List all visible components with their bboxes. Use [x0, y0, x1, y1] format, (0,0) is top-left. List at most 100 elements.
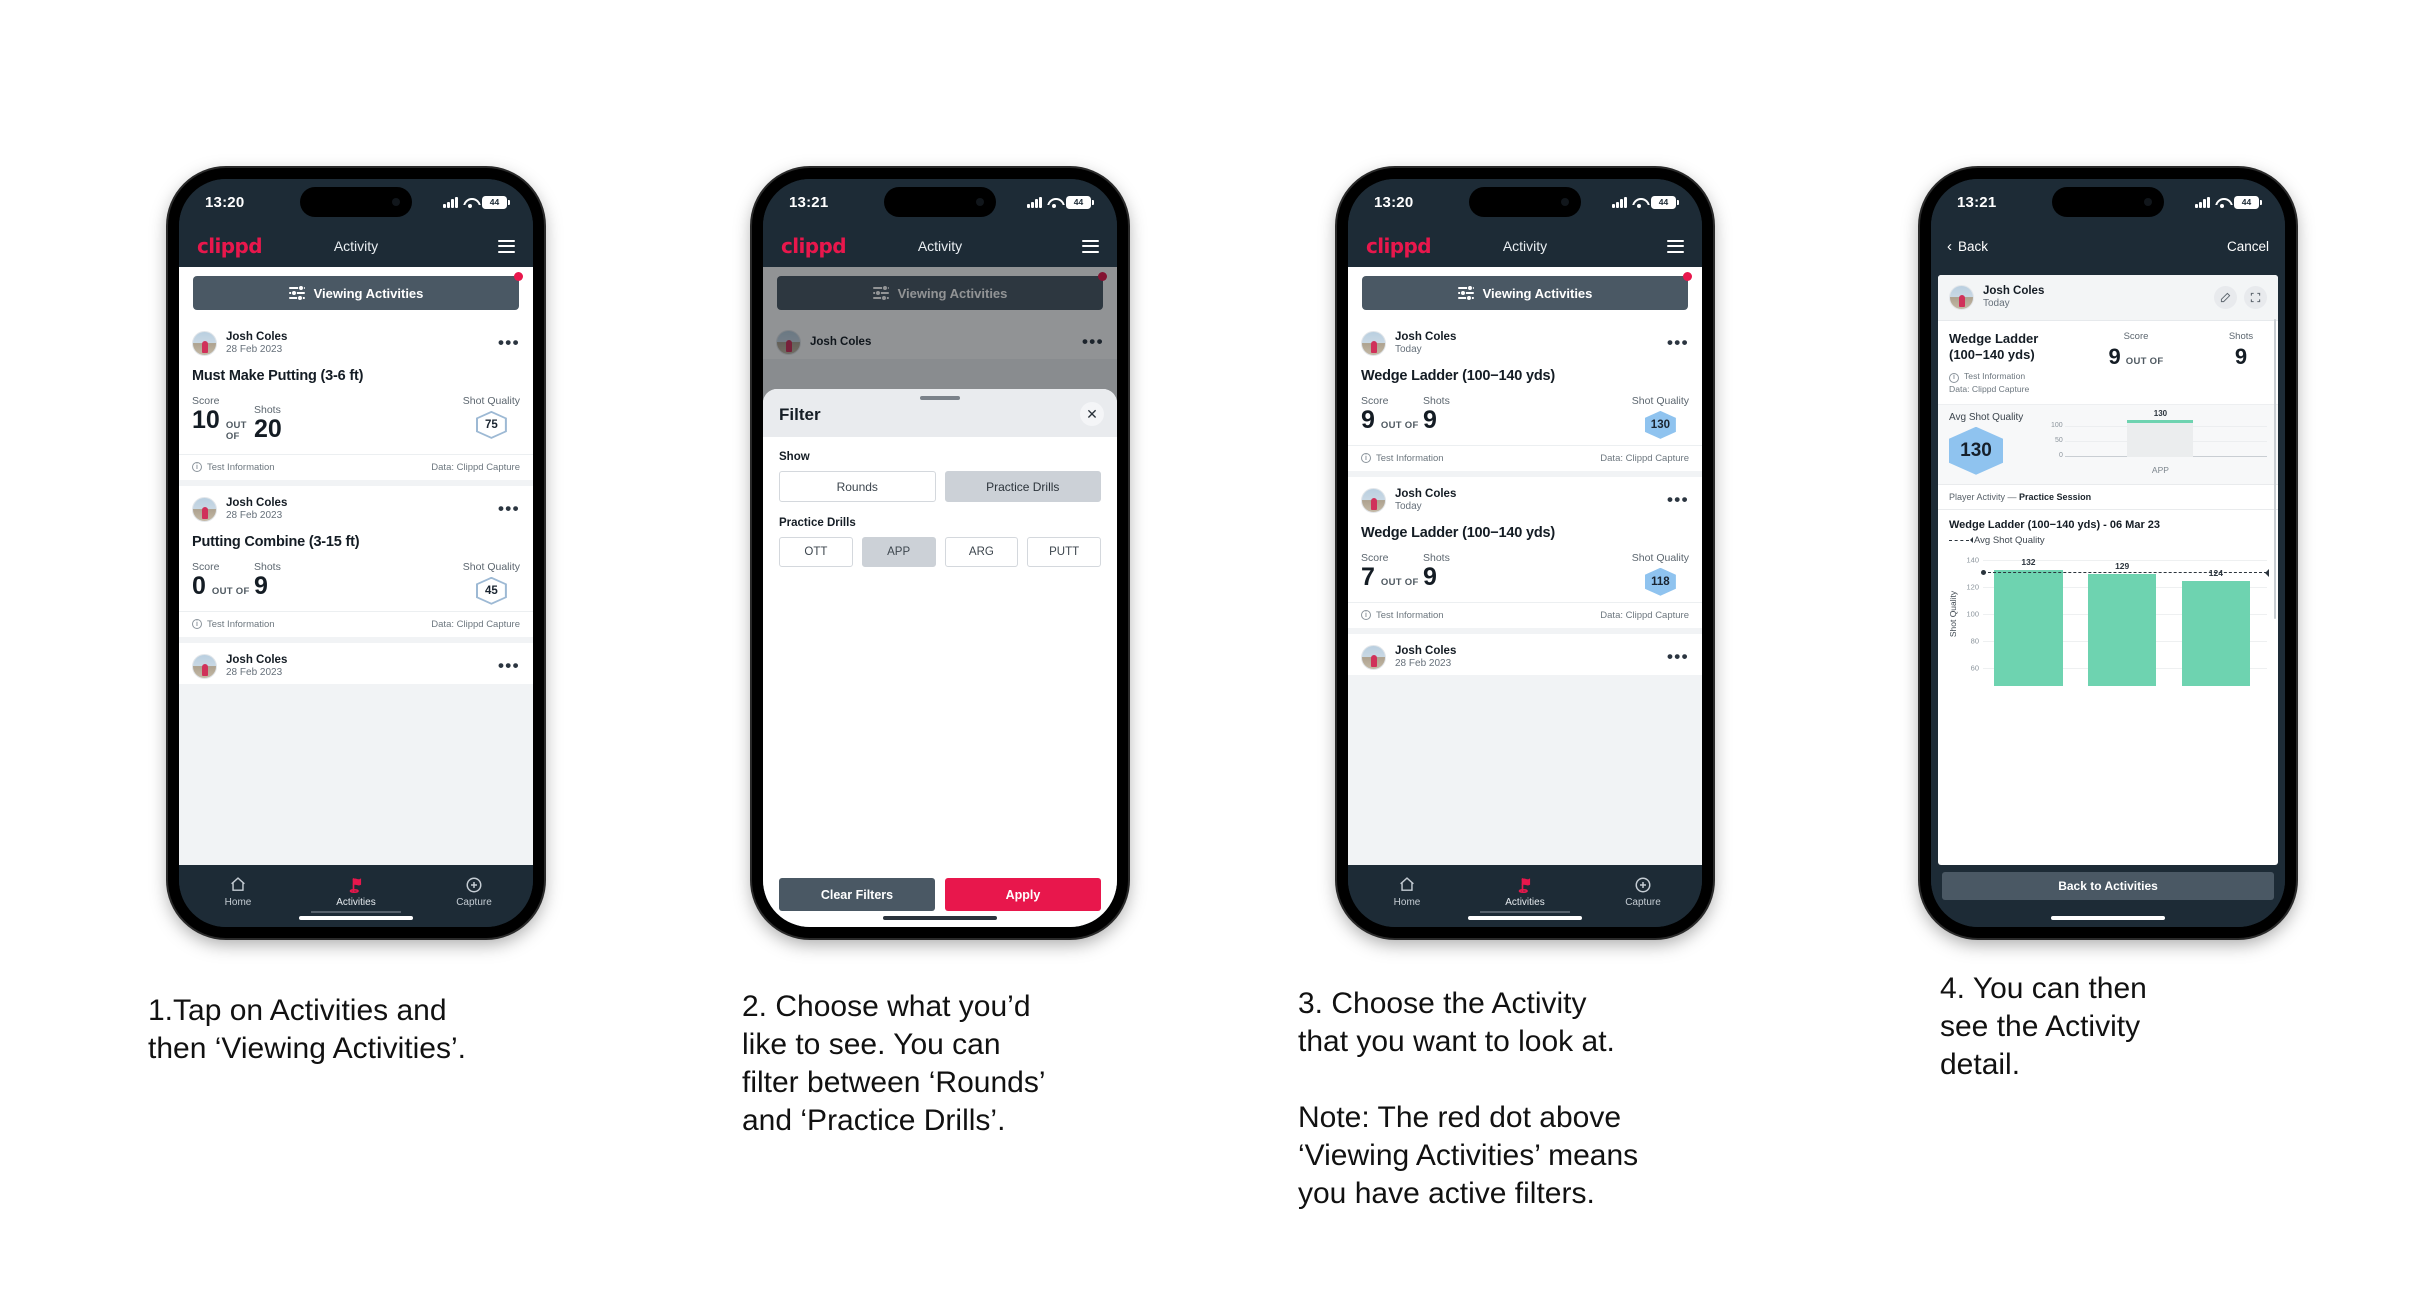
ytick-120: 120: [1966, 582, 1979, 592]
user-name: Josh Coles: [226, 331, 288, 343]
shots-value: 9: [2234, 343, 2248, 369]
more-options-icon[interactable]: •••: [498, 334, 520, 351]
avatar: [192, 653, 217, 679]
user-date: 28 Feb 2023: [1395, 658, 1452, 670]
detail-actions: [2207, 285, 2267, 309]
drill-option-putt[interactable]: PUTT: [1027, 537, 1101, 567]
home-indicator[interactable]: [299, 915, 413, 920]
activity-card[interactable]: Josh Coles 28 Feb 2023 ••• Must Make Put…: [179, 320, 533, 480]
tab-capture-label: Capture: [456, 897, 492, 908]
tab-capture[interactable]: Capture: [1584, 874, 1702, 908]
bar-2: 129: [2088, 561, 2157, 686]
player-activity-line: Player Activity — Practice Session: [1938, 483, 2278, 510]
active-filter-dot: [514, 272, 523, 281]
chart-title: Wedge Ladder (100−140 yds) - 06 Mar 23: [1949, 518, 2161, 531]
more-options-icon[interactable]: •••: [1667, 648, 1689, 665]
more-options-icon[interactable]: •••: [1667, 491, 1689, 508]
mini-ytick-100: 100: [2051, 422, 2063, 430]
tab-home[interactable]: Home: [179, 874, 297, 908]
card-stats: Score 10 OUT OF Shots 20 Shot Quality 75: [179, 386, 533, 454]
out-of-label: OUT OF: [1380, 576, 1419, 588]
shot-quality-column: Shot Quality 118: [1632, 552, 1689, 596]
caption-step-4: 4. You can then see the Activity detail.: [1940, 972, 2147, 1082]
viewing-activities-button[interactable]: Viewing Activities: [1362, 272, 1692, 310]
detail-summary: Wedge Ladder (100−140 yds) i Test Informa…: [1938, 321, 2278, 404]
filter-modal: Filter ✕ Show Rounds Practice Drills Pra…: [763, 389, 1117, 927]
activity-list: Viewing Activities Josh Coles Today ••• …: [1348, 267, 1702, 865]
back-to-activities-button[interactable]: Back to Activities: [1942, 872, 2274, 900]
home-indicator[interactable]: [883, 915, 997, 920]
y-axis-label: Shot Quality: [1948, 590, 1958, 637]
phone-1: 13:20 44 clippd Activity Viewing Activit…: [168, 168, 544, 938]
user-date: Today: [1395, 501, 1422, 513]
card-footer: i Test Information Data: Clippd Capture: [179, 610, 533, 637]
home-indicator[interactable]: [1468, 915, 1582, 920]
plus-circle-icon: [415, 874, 533, 895]
activity-card[interactable]: Josh Coles Today ••• Wedge Ladder (100−1…: [1348, 320, 1702, 471]
avg-quality-mini-chart: 100 50 0 130 APP: [2045, 409, 2267, 475]
activity-title: Wedge Ladder (100−140 yds): [1361, 524, 1555, 541]
plus-circle-icon: [1584, 874, 1702, 895]
drill-option-app[interactable]: APP: [861, 537, 936, 567]
drill-option-ott[interactable]: OTT: [779, 537, 853, 567]
hexagon-icon: 118: [1644, 567, 1676, 596]
home-indicator[interactable]: [2051, 915, 2165, 920]
tab-home-label: Home: [224, 897, 252, 908]
status-icons: 44: [443, 195, 510, 209]
user-name: Josh Coles: [1395, 644, 1457, 657]
avatar: [192, 496, 217, 522]
close-icon[interactable]: ✕: [1080, 402, 1104, 426]
shot-quality-badge: 75: [463, 410, 520, 439]
scrollbar[interactable]: [2273, 319, 2276, 619]
viewing-activities-button[interactable]: Viewing Activities: [193, 272, 523, 310]
hamburger-icon[interactable]: [1667, 239, 1684, 253]
ytick-60: 60: [1970, 663, 1979, 673]
card-user: Josh Coles 28 Feb 2023: [1395, 644, 1456, 671]
apply-button[interactable]: Apply: [945, 878, 1101, 911]
bar-3: 124: [2181, 568, 2250, 686]
more-options-icon[interactable]: •••: [1667, 334, 1689, 351]
activity-card-partial[interactable]: Josh Coles 28 Feb 2023 •••: [179, 642, 533, 684]
more-options-icon[interactable]: •••: [498, 500, 520, 517]
show-option-rounds[interactable]: Rounds: [779, 471, 936, 502]
activity-card[interactable]: Josh Coles Today ••• Wedge Ladder (100−1…: [1348, 476, 1702, 628]
card-header: Josh Coles 28 Feb 2023 •••: [179, 320, 533, 361]
activity-card-partial[interactable]: Josh Coles 28 Feb 2023 •••: [1348, 633, 1702, 675]
tab-capture[interactable]: Capture: [415, 874, 533, 908]
hamburger-icon[interactable]: [1082, 239, 1099, 253]
drill-option-arg[interactable]: ARG: [944, 537, 1019, 567]
card-header: Josh Coles Today •••: [1348, 477, 1702, 518]
out-of-label: OUT OF: [1380, 419, 1419, 431]
expand-icon[interactable]: [2244, 285, 2267, 309]
tab-home[interactable]: Home: [1348, 874, 1466, 908]
clear-filters-button[interactable]: Clear Filters: [779, 878, 935, 911]
more-options-icon[interactable]: •••: [498, 657, 520, 674]
tab-activities[interactable]: Activities: [297, 874, 415, 908]
avatar: [192, 330, 217, 356]
out-of-label: OUT OF: [225, 419, 247, 442]
activity-card[interactable]: Josh Coles 28 Feb 2023 ••• Putting Combi…: [179, 485, 533, 637]
status-icons: 44: [1027, 195, 1094, 209]
show-option-practice-drills[interactable]: Practice Drills: [944, 471, 1101, 502]
back-button[interactable]: Back: [1958, 239, 1988, 254]
dynamic-island: [300, 187, 412, 217]
caption-step-3: 3. Choose the Activity that you want to …: [1298, 987, 1639, 1211]
legend-label: Avg Shot Quality: [1974, 534, 2045, 546]
tab-activities[interactable]: Activities: [1466, 874, 1584, 908]
user-name: Josh Coles: [1395, 331, 1457, 343]
phone-4: 13:21 44 ‹ Back Cancel Josh Coles Today …: [1920, 168, 2296, 938]
card-footer: i Test Information Data: Clippd Capture: [179, 453, 533, 480]
chevron-left-icon[interactable]: ‹: [1947, 238, 1952, 255]
drag-handle[interactable]: [920, 396, 960, 400]
hamburger-icon[interactable]: [498, 239, 515, 253]
score-row: 9 OUT OF: [1361, 407, 1423, 433]
cancel-button[interactable]: Cancel: [2227, 239, 2269, 254]
score-value: 9: [2108, 343, 2121, 369]
tab-capture-label: Capture: [1625, 897, 1661, 908]
tab-activities-label: Activities: [1505, 897, 1545, 908]
wifi-icon: [2215, 197, 2229, 208]
avg-shot-quality-value: 130: [1960, 439, 1992, 461]
pencil-icon[interactable]: [2214, 285, 2237, 309]
cellular-icon: [1612, 196, 1627, 208]
user-date: Today: [1983, 298, 2010, 310]
